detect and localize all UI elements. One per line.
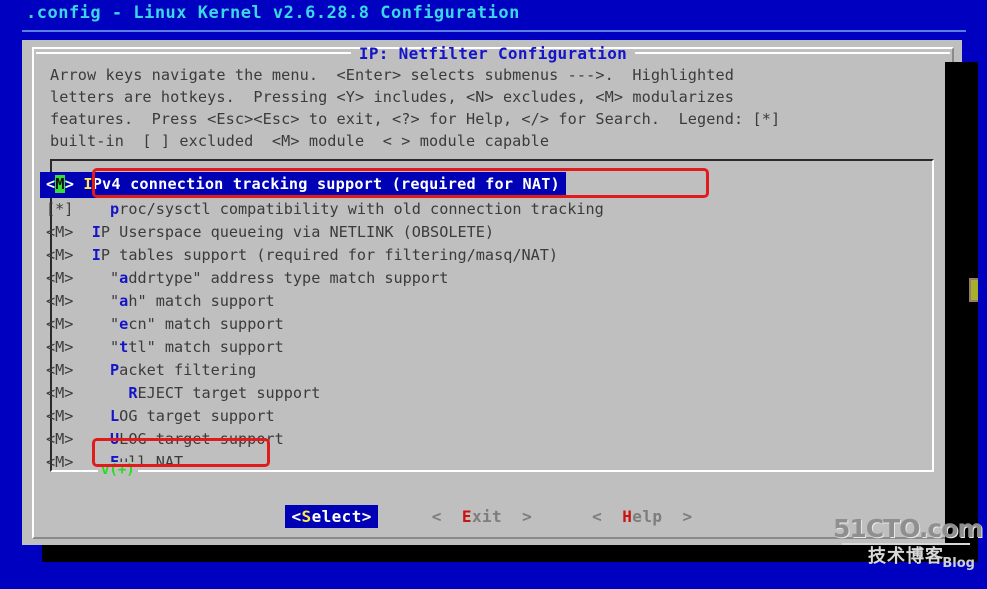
menu-item-label-pre: " bbox=[110, 338, 120, 356]
menu-item-hotkey: I bbox=[83, 175, 93, 193]
button-label: elp > bbox=[632, 506, 693, 526]
menu-item-indent bbox=[73, 384, 128, 402]
menu-item-label: h" match support bbox=[128, 292, 275, 310]
menu-item-indent bbox=[73, 361, 110, 379]
menu-item-marker: <M> bbox=[46, 453, 74, 471]
menu-item-marker: <M> bbox=[46, 430, 74, 448]
menu-item-indent bbox=[73, 269, 110, 287]
terminal-screen: .config - Linux Kernel v2.6.28.8 Configu… bbox=[0, 0, 987, 589]
menu-item-marker: [*] bbox=[46, 200, 74, 218]
menu-instructions: Arrow keys navigate the menu. <Enter> se… bbox=[50, 64, 950, 152]
menu-item-indent bbox=[73, 315, 110, 333]
menu-item-hotkey: a bbox=[119, 269, 129, 287]
menu-item-indent bbox=[73, 430, 110, 448]
menu-item[interactable]: [*] proc/sysctl compatibility with old c… bbox=[46, 198, 866, 221]
menu-item[interactable]: <M> REJECT target support bbox=[46, 382, 866, 405]
menu-item-indent bbox=[73, 223, 91, 241]
menu-item-indent bbox=[73, 246, 91, 264]
menu-item[interactable]: <M> IP Userspace queueing via NETLINK (O… bbox=[46, 221, 866, 244]
button-hotkey: H bbox=[622, 506, 633, 526]
instruction-line: Arrow keys navigate the menu. <Enter> se… bbox=[50, 66, 735, 84]
dialog-button-row: <Select> < Exit > < Help > bbox=[50, 503, 934, 529]
menu-cursor: M bbox=[55, 175, 65, 193]
menu-item-indent bbox=[73, 338, 110, 356]
menu-item-label: acket filtering bbox=[119, 361, 257, 379]
menu-item-label-pre: " bbox=[110, 315, 120, 333]
menu-item-indent bbox=[73, 407, 110, 425]
button-prefix: < bbox=[431, 506, 462, 526]
menu-item-hotkey: P bbox=[110, 361, 120, 379]
menu-item[interactable]: <M> ULOG target support bbox=[46, 428, 866, 451]
menu-item-indent bbox=[74, 175, 83, 193]
menu-item-hotkey: p bbox=[110, 200, 120, 218]
menu-item-marker: <M> bbox=[46, 338, 74, 356]
menu-item-label-pre: " bbox=[110, 292, 120, 310]
scroll-down-indicator[interactable]: v(+) bbox=[98, 462, 138, 478]
instruction-line: letters are hotkeys. Pressing <Y> includ… bbox=[50, 88, 735, 106]
dialog-title-rule-left bbox=[36, 52, 351, 54]
menu-item-label: P tables support (required for filtering… bbox=[100, 246, 559, 264]
button-hotkey: E bbox=[461, 506, 472, 526]
dialog-title-row: IP: Netfilter Configuration bbox=[36, 42, 950, 64]
instruction-line: features. Press <Esc><Esc> to exit, <?> … bbox=[50, 110, 781, 128]
menu-item-hotkey: t bbox=[119, 338, 129, 356]
window-title: .config - Linux Kernel v2.6.28.8 Configu… bbox=[26, 3, 520, 23]
button-prefix: < bbox=[291, 506, 302, 526]
menu-item-marker: <M> bbox=[46, 269, 74, 287]
menu-item[interactable]: <M> "addrtype" address type match suppor… bbox=[46, 267, 866, 290]
menu-item-marker: <M> bbox=[46, 292, 74, 310]
menu-item[interactable]: <M> IPv4 connection tracking support (re… bbox=[40, 172, 566, 198]
button-prefix: < bbox=[592, 506, 623, 526]
menu-item-label: cn" match support bbox=[128, 315, 284, 333]
menu-item-indent bbox=[73, 292, 110, 310]
menu-item[interactable]: <M> IP tables support (required for filt… bbox=[46, 244, 866, 267]
instruction-line: built-in [ ] excluded <M> module < > mod… bbox=[50, 132, 550, 150]
button-hotkey: S bbox=[301, 506, 312, 526]
menu-item[interactable]: <M> LOG target support bbox=[46, 405, 866, 428]
menu-item[interactable]: <M> "ttl" match support bbox=[46, 336, 866, 359]
menu-item[interactable]: <M> "ah" match support bbox=[46, 290, 866, 313]
menu-item-hotkey: e bbox=[119, 315, 129, 333]
menu-item-marker-close: > bbox=[64, 175, 75, 193]
menu-item-marker: <M> bbox=[46, 384, 74, 402]
menu-item-hotkey: I bbox=[91, 223, 101, 241]
menu-item-label-pre: " bbox=[110, 269, 120, 287]
menu-item-marker: <M> bbox=[46, 246, 74, 264]
menu-item-label: EJECT target support bbox=[137, 384, 321, 402]
menu-item-label: roc/sysctl compatibility with old connec… bbox=[119, 200, 604, 218]
right-edge-shadow-strip bbox=[945, 62, 978, 562]
menu-item-indent bbox=[73, 200, 110, 218]
menu-item-marker: <M> bbox=[46, 315, 74, 333]
button-label: elect> bbox=[311, 506, 372, 526]
menu-list[interactable]: <M> IPv4 connection tracking support (re… bbox=[40, 172, 866, 474]
menu-item-marker: <M> bbox=[46, 361, 74, 379]
dialog-title: IP: Netfilter Configuration bbox=[358, 43, 628, 63]
menu-item-label: OG target support bbox=[119, 407, 275, 425]
menu-item-label: Pv4 connection tracking support (require… bbox=[92, 175, 560, 193]
button-select[interactable]: <Select> bbox=[285, 504, 378, 528]
button-help[interactable]: < Help > bbox=[586, 505, 698, 528]
menu-item-hotkey: L bbox=[110, 407, 120, 425]
menu-item-marker: <M> bbox=[46, 223, 74, 241]
menu-item-hotkey: a bbox=[119, 292, 129, 310]
title-separator-rule bbox=[22, 30, 966, 32]
menu-item[interactable]: <M> "ecn" match support bbox=[46, 313, 866, 336]
menu-item[interactable]: <M> Packet filtering bbox=[46, 359, 866, 382]
menu-item-label: LOG target support bbox=[119, 430, 284, 448]
menu-item-label: P Userspace queueing via NETLINK (OBSOLE… bbox=[100, 223, 495, 241]
button-exit[interactable]: < Exit > bbox=[426, 505, 538, 528]
menu-item-hotkey: I bbox=[91, 246, 101, 264]
menu-item-label: tl" match support bbox=[128, 338, 284, 356]
menu-item-label: ddrtype" address type match support bbox=[128, 269, 449, 287]
menu-item[interactable]: <M> Full NAT bbox=[46, 451, 866, 474]
dialog-title-rule-right bbox=[635, 52, 950, 54]
menu-item-marker-open: < bbox=[46, 175, 56, 193]
right-edge-background bbox=[978, 40, 987, 565]
button-label: xit > bbox=[471, 506, 533, 526]
menu-item-hotkey: U bbox=[110, 430, 120, 448]
menu-item-marker: <M> bbox=[46, 407, 74, 425]
